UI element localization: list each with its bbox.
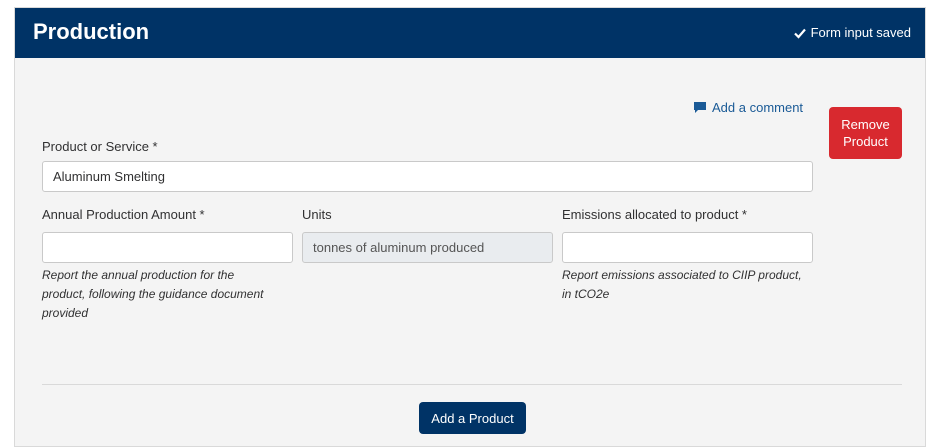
- product-input[interactable]: Aluminum Smelting: [42, 161, 813, 192]
- saved-status: Form input saved: [793, 25, 911, 40]
- production-amount-help: Report the annual production for the pro…: [42, 266, 263, 323]
- emissions-help-line2: in tCO2e: [562, 287, 610, 301]
- saved-status-text: Form input saved: [810, 25, 911, 40]
- emissions-help: Report emissions associated to CIIP prod…: [562, 266, 802, 304]
- emissions-input[interactable]: [562, 232, 813, 263]
- remove-button-line1: Remove: [841, 117, 890, 132]
- production-help-line1: Report the annual production for the: [42, 268, 235, 282]
- add-comment-link[interactable]: Add a comment: [693, 100, 803, 115]
- add-product-button[interactable]: Add a Product: [419, 402, 526, 434]
- divider: [42, 384, 902, 385]
- card-header: Production Form input saved: [15, 8, 925, 58]
- emissions-help-line1: Report emissions associated to CIIP prod…: [562, 268, 802, 282]
- units-input: tonnes of aluminum produced: [302, 232, 553, 263]
- comment-icon: [694, 102, 706, 113]
- add-comment-label: Add a comment: [712, 100, 804, 115]
- production-amount-input[interactable]: [42, 232, 293, 263]
- remove-button-line2: Product: [843, 134, 888, 149]
- production-card: Production Form input saved Add a commen…: [14, 7, 926, 447]
- units-label: Units: [302, 207, 332, 222]
- page-title: Production: [33, 19, 150, 44]
- production-amount-label: Annual Production Amount *: [42, 207, 205, 222]
- remove-product-button[interactable]: Remove Product: [829, 107, 902, 159]
- emissions-label: Emissions allocated to product *: [562, 207, 747, 222]
- production-help-line3: provided: [42, 306, 89, 320]
- production-help-line2: product, following the guidance document: [42, 287, 264, 301]
- product-label: Product or Service *: [42, 139, 158, 154]
- checkmark-icon: [793, 28, 806, 39]
